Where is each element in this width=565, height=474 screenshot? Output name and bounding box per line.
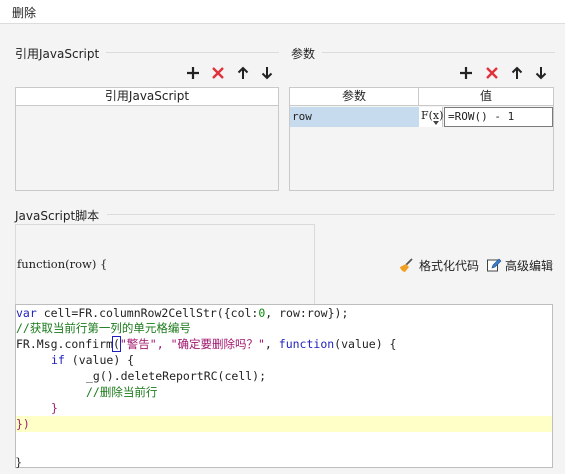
code-line-5: _g().deleteReportRC(cell);	[86, 369, 267, 383]
ref-js-move-down-button[interactable]	[258, 64, 276, 82]
code-editor[interactable]: var cell=FR.columnRow2CellStr({col:0, ro…	[15, 304, 553, 468]
function-signature: function(row) {	[17, 257, 108, 271]
params-header-value[interactable]: 值	[419, 88, 553, 106]
ref-js-column-header[interactable]: 引用JavaScript	[16, 88, 278, 106]
params-move-down-button[interactable]	[532, 64, 550, 82]
ref-js-group-title: 引用JavaScript	[15, 47, 100, 61]
ref-js-move-up-button[interactable]	[234, 64, 252, 82]
params-remove-button[interactable]	[483, 64, 501, 82]
window-title: 删除	[12, 6, 37, 20]
params-move-up-button[interactable]	[508, 64, 526, 82]
format-code-button[interactable]: 格式化代码	[399, 256, 479, 274]
advanced-edit-button[interactable]: 高级编辑	[486, 256, 553, 274]
title-bar: 删除	[0, 0, 565, 24]
code-line-8-current: })	[16, 416, 552, 432]
arrow-down-icon	[535, 67, 547, 80]
advanced-edit-label: 高级编辑	[505, 258, 554, 273]
plus-icon	[187, 67, 199, 79]
plus-icon	[460, 67, 472, 79]
ref-js-add-button[interactable]	[184, 64, 202, 82]
params-header-name[interactable]: 参数	[290, 88, 419, 106]
params-add-button[interactable]	[457, 64, 475, 82]
script-group-title: JavaScript脚本	[15, 209, 100, 223]
cross-icon	[486, 67, 498, 79]
script-group-divider	[107, 214, 555, 215]
broom-icon	[400, 258, 413, 272]
param-name-cell[interactable]: row	[290, 107, 419, 127]
formula-editor-button[interactable]: F(x)	[419, 107, 443, 127]
params-group-divider	[322, 52, 555, 53]
ref-js-group-divider	[106, 52, 279, 53]
code-line-2: //获取当前行第一列的单元格编号	[16, 321, 191, 335]
code-line-7: }	[51, 401, 58, 415]
code-line-3: FR.Msg.confirm("警告", "确定要删除吗？", function…	[16, 336, 397, 352]
param-value-input[interactable]: =ROW() - 1	[444, 107, 553, 127]
arrow-down-icon	[261, 67, 273, 80]
code-line-4: if (value) {	[51, 353, 135, 367]
arrow-up-icon	[237, 66, 249, 79]
ref-js-remove-button[interactable]	[209, 64, 227, 82]
code-line-6: //删除当前行	[86, 385, 158, 399]
cross-icon	[212, 67, 224, 79]
params-table[interactable]: 参数 值 row F(x) =ROW() - 1	[289, 87, 554, 191]
ref-js-list[interactable]: 引用JavaScript	[15, 87, 279, 191]
edit-icon	[487, 258, 502, 272]
bracket-match-marker: (	[111, 336, 121, 352]
arrow-up-icon	[511, 66, 523, 79]
format-code-label: 格式化代码	[419, 258, 480, 273]
chevron-down-icon	[433, 121, 439, 125]
code-line-1: var cell=FR.columnRow2CellStr({col:0, ro…	[16, 306, 349, 320]
params-group-title: 参数	[291, 47, 316, 61]
function-closing-brace: }	[15, 455, 23, 469]
function-signature-area: function(row) {	[15, 224, 315, 304]
